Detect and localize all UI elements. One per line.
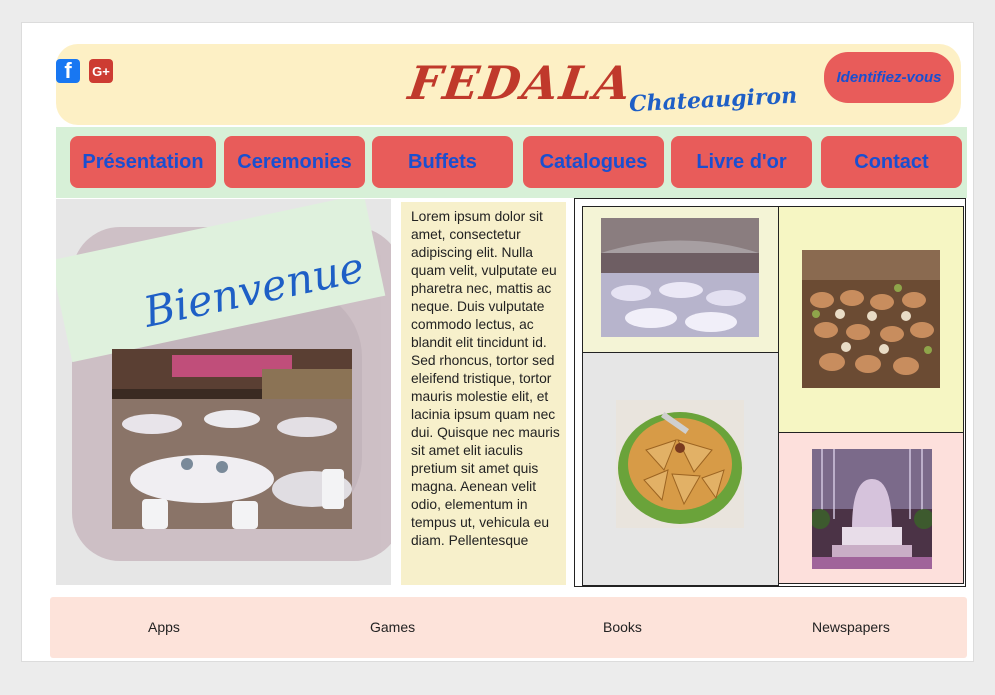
pastries-image[interactable]: [802, 250, 940, 388]
intro-text: Lorem ipsum dolor sit amet, consectetur …: [401, 202, 566, 585]
gallery-cell-stage: [778, 432, 964, 584]
nav-item-contact[interactable]: Contact: [821, 136, 962, 188]
site-header: f G+ FEDALA Chateaugiron Identifiez-vous: [56, 44, 961, 125]
footer-link-apps[interactable]: Apps: [148, 619, 180, 635]
footer-link-games[interactable]: Games: [370, 619, 415, 635]
nav-item-ceremonies[interactable]: Ceremonies: [224, 136, 365, 188]
main-nav: Présentation Ceremonies Buffets Catalogu…: [56, 127, 967, 198]
footer-link-newspapers[interactable]: Newspapers: [812, 619, 890, 635]
welcome-panel: Bienvenue: [56, 199, 391, 585]
page-container: f G+ FEDALA Chateaugiron Identifiez-vous…: [21, 22, 974, 662]
google-plus-glyph: G+: [92, 63, 110, 79]
gallery-cell-pastries: [778, 206, 964, 433]
site-subtitle: Chateaugiron: [628, 82, 798, 118]
facebook-glyph: f: [64, 58, 72, 83]
ceremony-hall-image[interactable]: [601, 218, 759, 337]
wedding-stage-image[interactable]: [812, 449, 932, 569]
nav-item-catalogues[interactable]: Catalogues: [523, 136, 664, 188]
nav-item-livre-dor[interactable]: Livre d'or: [671, 136, 812, 188]
reception-hall-image: [112, 349, 352, 529]
nav-item-presentation[interactable]: Présentation: [70, 136, 216, 188]
gallery-cell-ceremony: [582, 206, 779, 353]
samosas-image[interactable]: [616, 400, 744, 528]
nav-item-buffets[interactable]: Buffets: [372, 136, 513, 188]
gallery-cell-samosas: [582, 352, 779, 586]
footer-link-books[interactable]: Books: [603, 619, 642, 635]
site-footer: Apps Games Books Newspapers: [50, 597, 967, 658]
login-button[interactable]: Identifiez-vous: [824, 52, 954, 103]
photo-gallery: [574, 198, 966, 587]
facebook-icon[interactable]: f: [56, 58, 80, 83]
google-plus-icon[interactable]: G+: [89, 59, 113, 83]
site-logo[interactable]: FEDALA: [405, 56, 636, 110]
